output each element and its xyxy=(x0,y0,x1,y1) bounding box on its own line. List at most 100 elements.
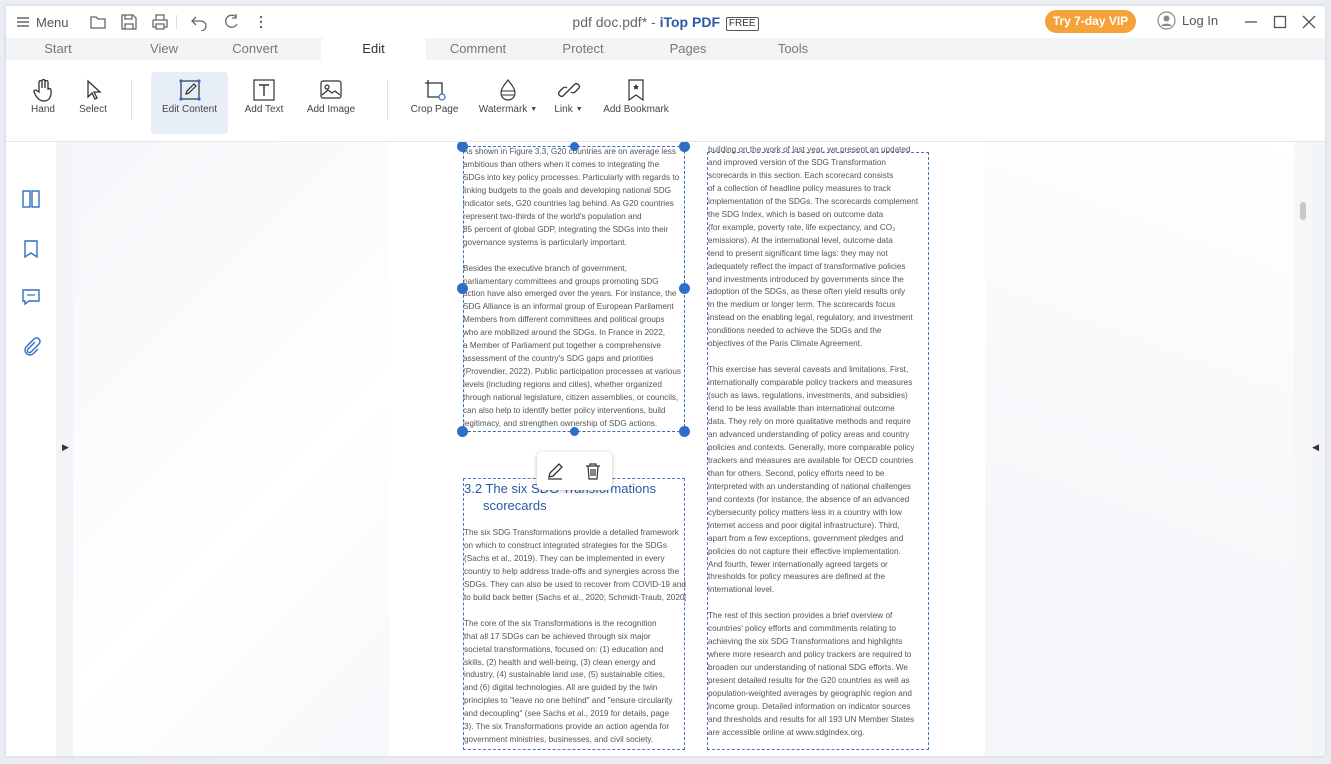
hand-label: Hand xyxy=(31,104,55,115)
tab-view[interactable]: View xyxy=(127,38,201,60)
edit-content-label: Edit Content xyxy=(161,104,218,115)
add-text-tool[interactable]: Add Text xyxy=(239,72,289,134)
bookmark-icon xyxy=(628,79,644,102)
text-line: cybersecurity policy matters less in a c… xyxy=(708,507,902,517)
tab-comment[interactable]: Comment xyxy=(441,38,515,60)
text-line: societal transformations, focused on: (1… xyxy=(464,644,664,654)
text-line: interpreted with an understanding of nat… xyxy=(708,481,912,491)
text-line: (Sachs et al., 2019). They can be implem… xyxy=(464,553,665,563)
add-image-tool[interactable]: Add Image xyxy=(304,72,358,134)
tab-edit[interactable]: Edit xyxy=(321,38,426,60)
crop-page-tool[interactable]: Crop Page xyxy=(407,72,462,134)
resize-handle[interactable] xyxy=(570,142,579,151)
vip-trial-button[interactable]: Try 7-day VIP xyxy=(1045,10,1136,33)
edit-content-icon xyxy=(178,79,201,101)
tab-convert[interactable]: Convert xyxy=(218,38,292,60)
resize-handle[interactable] xyxy=(570,427,579,436)
link-label: Link xyxy=(554,104,573,115)
thumbnails-icon[interactable] xyxy=(21,189,41,209)
selection-box[interactable] xyxy=(463,146,685,432)
text-line: international level. xyxy=(708,585,774,595)
watermark-icon xyxy=(500,79,516,101)
text-line: implementation of the SDGs. The scorecar… xyxy=(708,196,919,206)
text-line: and thresholds and results for all 193 U… xyxy=(708,714,915,724)
resize-handle[interactable] xyxy=(679,142,690,152)
resize-handle[interactable] xyxy=(679,283,690,294)
pencil-icon[interactable] xyxy=(546,462,564,480)
select-tool[interactable]: Select xyxy=(74,72,112,134)
select-icon xyxy=(87,79,102,100)
text-line: SDGs. They can also be used to recover f… xyxy=(464,579,686,589)
text-line: data. They rely on more qualitative meth… xyxy=(708,417,911,427)
text-line: objectives of the Paris Climate Agreemen… xyxy=(708,339,863,349)
text-line xyxy=(708,351,930,364)
expand-right-arrow[interactable]: ◀ xyxy=(1312,442,1319,453)
comments-panel-icon[interactable] xyxy=(21,287,41,307)
free-badge: FREE xyxy=(725,17,759,31)
login-button[interactable]: Log In xyxy=(1157,11,1218,30)
watermark-tool[interactable]: Watermark ▼ xyxy=(474,72,542,134)
login-label: Log In xyxy=(1182,13,1219,28)
text-line: This exercise has several caveats and li… xyxy=(708,365,909,375)
text-line: principles to "leave no one behind" and … xyxy=(464,696,673,706)
bookmarks-panel-icon[interactable] xyxy=(21,239,41,259)
maximize-icon[interactable] xyxy=(1272,14,1288,30)
hand-tool[interactable]: Hand xyxy=(24,72,62,134)
text-line: 3). The six Transformations provide an a… xyxy=(464,722,670,732)
add-bookmark-label: Add Bookmark xyxy=(603,104,669,115)
text-line: an advanced understanding of policy area… xyxy=(708,429,910,439)
pdf-page[interactable]: As shown in Figure 3.3, G20 countries ar… xyxy=(389,142,985,756)
text-line: that all 17 SDGs can be achieved through… xyxy=(464,631,651,641)
edit-popup xyxy=(537,452,612,490)
minimize-icon[interactable] xyxy=(1243,14,1259,30)
scrollbar-thumb[interactable] xyxy=(1300,202,1306,220)
text-line: income group. Detailed information on in… xyxy=(708,701,911,711)
crop-page-label: Crop Page xyxy=(410,104,459,115)
heading-line: scorecards xyxy=(483,498,547,513)
text-line: countries' policy efforts and commitment… xyxy=(708,624,896,634)
left-sidebar xyxy=(6,142,56,756)
tab-tools[interactable]: Tools xyxy=(756,38,830,60)
expand-left-arrow[interactable]: ▶ xyxy=(62,442,69,453)
resize-handle[interactable] xyxy=(457,426,468,437)
text-line: and improved version of the SDG Transfor… xyxy=(708,157,886,167)
text-line: population-weighted averages by geograph… xyxy=(708,689,912,699)
app-window: Menu pdf doc.pdf* - iTop PDF FREE Try 7-… xyxy=(6,6,1325,756)
tab-pages[interactable]: Pages xyxy=(651,38,725,60)
add-image-label: Add Image xyxy=(306,104,356,115)
text-line: skills, (2) health and well-being, (3) c… xyxy=(464,657,656,667)
tab-start[interactable]: Start xyxy=(21,38,95,60)
title-bar: Menu pdf doc.pdf* - iTop PDF FREE Try 7-… xyxy=(6,6,1325,38)
add-text-icon xyxy=(253,79,275,101)
chevron-down-icon: ▼ xyxy=(530,106,538,113)
edit-content-tool[interactable]: Edit Content xyxy=(151,72,228,134)
text-line: emissions). At the international level, … xyxy=(708,235,893,245)
text-line: scorecards in this section. Each scoreca… xyxy=(708,170,894,180)
hand-icon xyxy=(33,78,52,102)
text-line: The six SDG Transformations provide a de… xyxy=(464,528,679,537)
text-block-left-bottom-content[interactable]: The six SDG Transformations provide a de… xyxy=(464,527,686,749)
tab-protect[interactable]: Protect xyxy=(546,38,620,60)
text-line: trackers and measures are available for … xyxy=(708,455,914,465)
file-name: pdf doc.pdf* - xyxy=(572,14,660,30)
resize-handle[interactable] xyxy=(679,426,690,437)
text-line: the SDG Index, which is based on outcome… xyxy=(708,209,884,219)
text-line: in the medium or longer term. The scorec… xyxy=(708,300,896,310)
text-line: country to help address trade-offs and s… xyxy=(464,566,680,576)
text-line: and decoupling" (see Sachs et al., 2019 … xyxy=(464,709,670,719)
attachments-icon[interactable] xyxy=(21,336,41,356)
document-viewer[interactable]: As shown in Figure 3.3, G20 countries ar… xyxy=(56,142,1325,756)
app-name: iTop PDF xyxy=(659,14,720,30)
trash-icon[interactable] xyxy=(584,462,602,480)
link-icon xyxy=(557,83,580,97)
text-block-right-content[interactable]: building on the work of last year, we pr… xyxy=(708,144,930,750)
close-icon[interactable] xyxy=(1301,14,1317,30)
text-line: conditions needed to achieve the SDGs an… xyxy=(708,326,882,336)
link-tool[interactable]: Link ▼ xyxy=(551,72,586,134)
resize-handle[interactable] xyxy=(457,283,468,294)
text-line: government ministries, businesses, and c… xyxy=(464,735,654,745)
crop-page-icon xyxy=(424,80,446,101)
scrollbar[interactable] xyxy=(1294,142,1313,756)
add-bookmark-tool[interactable]: Add Bookmark xyxy=(600,72,672,134)
text-line: internationally comparable policy tracke… xyxy=(708,378,913,388)
